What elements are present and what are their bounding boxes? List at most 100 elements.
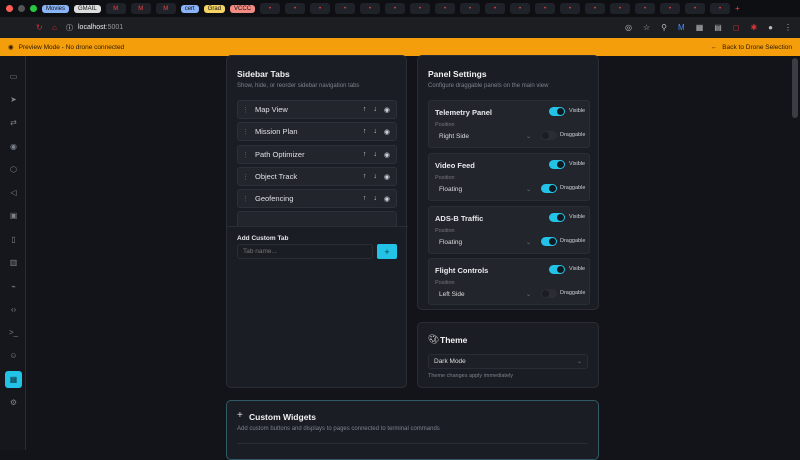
position-select[interactable]: Floating ⌄ xyxy=(435,236,535,249)
rocket-icon[interactable]: ⌁ xyxy=(5,278,22,295)
video-icon[interactable]: ▣ xyxy=(5,207,22,224)
extensions-puzzle-icon[interactable]: ✱ xyxy=(750,23,757,32)
extension-icon[interactable]: M xyxy=(678,23,685,32)
extension-icon[interactable]: ⚲ xyxy=(661,23,667,32)
theme-select[interactable]: Dark Mode ⌄ xyxy=(428,354,588,369)
browser-tab[interactable]: • xyxy=(435,3,456,14)
location-icon[interactable]: ◎ xyxy=(625,23,632,32)
target-icon[interactable]: ◉ xyxy=(5,138,22,155)
browser-tab[interactable]: • xyxy=(585,3,606,14)
drag-handle-icon[interactable]: ⋮ xyxy=(242,128,249,136)
visible-toggle[interactable] xyxy=(549,213,565,222)
menu-icon[interactable]: ⋮ xyxy=(784,23,792,32)
send-icon[interactable]: ➤ xyxy=(5,91,22,108)
browser-tab[interactable]: • xyxy=(660,3,681,14)
visible-toggle[interactable] xyxy=(549,160,565,169)
tab-item[interactable]: ⋮ Mission Plan ↑ ↓ ◉ xyxy=(237,122,397,141)
minimize-window-button[interactable] xyxy=(18,5,25,12)
back-to-drone-selection-button[interactable]: ← Back to Drone Selection xyxy=(711,44,792,51)
page-scrollbar[interactable] xyxy=(792,58,798,118)
visible-toggle[interactable] xyxy=(549,107,565,116)
gmail-tab[interactable]: M xyxy=(130,3,151,14)
tab-item-partial[interactable] xyxy=(237,211,397,226)
move-up-icon[interactable]: ↑ xyxy=(363,151,367,159)
browser-tab[interactable]: • xyxy=(485,3,506,14)
map-icon[interactable]: ▭ xyxy=(5,68,22,85)
gmail-tab[interactable]: M xyxy=(105,3,126,14)
bookmark-star-icon[interactable]: ☆ xyxy=(643,23,650,32)
maximize-window-button[interactable] xyxy=(30,5,37,12)
browser-tab[interactable]: • xyxy=(635,3,656,14)
site-info-icon[interactable]: ⓘ xyxy=(66,23,73,33)
bookmark-gmail[interactable]: GMAIL xyxy=(74,4,101,13)
visibility-eye-icon[interactable]: ◉ xyxy=(384,128,390,136)
browser-tab[interactable]: • xyxy=(560,3,581,14)
browser-tab[interactable]: • xyxy=(385,3,406,14)
tab-list[interactable]: ⋮ Map View ↑ ↓ ◉ ⋮ Mission Plan ↑ ↓ ◉ ⋮ Path Opti… xyxy=(227,100,408,227)
drag-handle-icon[interactable]: ⋮ xyxy=(242,195,249,203)
gmail-tab[interactable]: M xyxy=(155,3,176,14)
extension-icon[interactable]: ◻ xyxy=(733,23,740,32)
book-icon[interactable]: ▥ xyxy=(5,254,22,271)
tab-name-input[interactable] xyxy=(237,244,373,259)
reload-icon[interactable]: ↻ xyxy=(36,23,43,32)
extension-icon[interactable]: ▦ xyxy=(696,23,704,32)
bookmark-grad[interactable]: Grad xyxy=(203,4,226,13)
code-icon[interactable]: ‹› xyxy=(5,301,22,318)
route-icon[interactable]: ⇄ xyxy=(5,114,22,131)
draggable-toggle[interactable] xyxy=(541,237,557,246)
settings-gear-icon[interactable]: ⚙ xyxy=(5,394,22,411)
browser-tab[interactable]: • xyxy=(285,3,306,14)
position-select[interactable]: Right Side ⌄ xyxy=(435,130,535,143)
browser-tab[interactable]: • xyxy=(510,3,531,14)
browser-tab[interactable]: • xyxy=(410,3,431,14)
terminal-icon[interactable]: >_ xyxy=(5,324,22,341)
new-tab-icon[interactable]: + xyxy=(735,4,740,13)
draggable-toggle[interactable] xyxy=(541,184,557,193)
browser-tab[interactable]: • xyxy=(685,3,706,14)
layout-settings-icon[interactable]: ▦ xyxy=(5,371,22,388)
move-up-icon[interactable]: ↑ xyxy=(363,195,367,203)
browser-tab[interactable]: • xyxy=(460,3,481,14)
browser-tab[interactable]: • xyxy=(310,3,331,14)
visibility-eye-icon[interactable]: ◉ xyxy=(384,151,390,159)
position-select[interactable]: Left Side ⌄ xyxy=(435,288,535,301)
drag-handle-icon[interactable]: ⋮ xyxy=(242,173,249,181)
move-down-icon[interactable]: ↓ xyxy=(373,173,377,181)
visibility-eye-icon[interactable]: ◉ xyxy=(384,173,390,181)
move-down-icon[interactable]: ↓ xyxy=(373,128,377,136)
browser-tab[interactable]: • xyxy=(610,3,631,14)
users-icon[interactable]: ☺ xyxy=(5,347,22,364)
bookmark-cert[interactable]: cert xyxy=(180,4,199,13)
browser-tab[interactable]: • xyxy=(335,3,356,14)
bookmark-vccc[interactable]: VCCC xyxy=(230,4,256,13)
tab-item[interactable]: ⋮ Map View ↑ ↓ ◉ xyxy=(237,100,397,119)
browser-tab[interactable]: • xyxy=(360,3,381,14)
move-up-icon[interactable]: ↑ xyxy=(363,128,367,136)
add-tab-button[interactable]: + xyxy=(377,244,397,259)
tab-item[interactable]: ⋮ Object Track ↑ ↓ ◉ xyxy=(237,167,397,186)
browser-tab[interactable]: • xyxy=(535,3,556,14)
browser-tab[interactable]: • xyxy=(260,3,281,14)
shield-icon[interactable]: ⬡ xyxy=(5,161,22,178)
visible-toggle[interactable] xyxy=(549,265,565,274)
draggable-toggle[interactable] xyxy=(541,131,557,140)
tab-item[interactable]: ⋮ Path Optimizer ↑ ↓ ◉ xyxy=(237,145,397,164)
tab-item[interactable]: ⋮ Geofencing ↑ ↓ ◉ xyxy=(237,189,397,208)
bookmark-movies[interactable]: Movies xyxy=(42,4,70,13)
position-select[interactable]: Floating ⌄ xyxy=(435,183,535,196)
extension-icon[interactable]: ▤ xyxy=(714,23,722,32)
visibility-eye-icon[interactable]: ◉ xyxy=(384,106,390,114)
drag-handle-icon[interactable]: ⋮ xyxy=(242,106,249,114)
speaker-icon[interactable]: ◁ xyxy=(5,184,22,201)
move-down-icon[interactable]: ↓ xyxy=(373,195,377,203)
url-field[interactable]: ⓘ localhost:5001 xyxy=(66,23,123,33)
browser-tab[interactable]: • xyxy=(710,3,731,14)
move-up-icon[interactable]: ↑ xyxy=(363,106,367,114)
drag-handle-icon[interactable]: ⋮ xyxy=(242,151,249,159)
move-down-icon[interactable]: ↓ xyxy=(373,106,377,114)
draggable-toggle[interactable] xyxy=(541,289,557,298)
move-up-icon[interactable]: ↑ xyxy=(363,173,367,181)
close-window-button[interactable] xyxy=(6,5,13,12)
visibility-eye-icon[interactable]: ◉ xyxy=(384,195,390,203)
